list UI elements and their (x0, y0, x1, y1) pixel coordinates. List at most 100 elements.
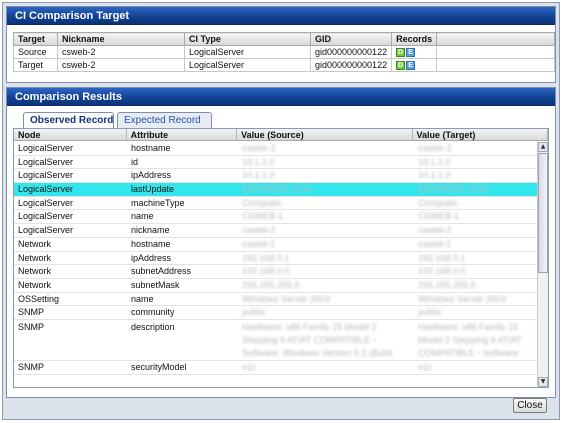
cell-value-source: 2010/08/18 13:44 (242, 184, 313, 195)
cell-value-target: csweb-1 (418, 238, 452, 249)
cell-node: LogicalServer (18, 143, 74, 153)
cell-value-target: 2010/08/18 13:20 (418, 184, 489, 195)
cell-value-target: Hardware: x86 Family 15 Model 2 Stepping… (418, 321, 522, 358)
scroll-up-icon[interactable]: ▲ (538, 142, 548, 152)
table-row[interactable]: LogicalServer name CSWEB-1 CSWEB-1 (14, 210, 539, 225)
cell-attribute: subnetMask (131, 279, 180, 290)
cell-attribute: subnetAddress (131, 266, 192, 277)
ci-comparison-target-title: CI Comparison Target (7, 7, 555, 25)
table-row[interactable]: OSSetting name Windows Server 2003 Windows … (14, 293, 539, 307)
tab-expected-record[interactable]: Expected Record (117, 112, 212, 129)
cell-node: SNMP (18, 361, 45, 372)
cell-value-source: 192.168.0.1 (242, 252, 290, 263)
cell-node: OSSetting (18, 293, 60, 304)
cell-value-source: csweb-1 (242, 238, 276, 249)
cell-node: LogicalServer (18, 225, 74, 236)
cell-value-target: v2c (418, 361, 433, 372)
scroll-thumb[interactable] (538, 153, 548, 273)
grid-body: LogicalServer hostname csweb-2 csweb-2 Logic… (14, 142, 539, 375)
table-row[interactable]: SNMP community public public (14, 306, 539, 320)
table-row[interactable]: Network subnetMask 255.255.255.0 255.255.25… (14, 279, 539, 293)
col-nickname: Nickname (57, 32, 185, 46)
table-row[interactable]: Network hostname csweb-1 csweb-1 (14, 238, 539, 252)
cell-value-target: Windows Server 2003 (418, 293, 507, 304)
vertical-scrollbar[interactable]: ▲ ▼ (537, 142, 548, 387)
cell-attribute: nickname (131, 225, 170, 236)
table-row[interactable]: LogicalServer ipAddress 10.1.1.0 10.1.1.0 (14, 169, 539, 184)
cell-value-source: 10.1.1.0 (242, 156, 275, 167)
col-node[interactable]: Node (14, 129, 127, 140)
cell-value-source: csweb-2 (242, 143, 276, 153)
cell-gid: gid000000000122 (309, 58, 393, 72)
table-row[interactable]: Network ipAddress 192.168.0.1 192.168.0.1 (14, 252, 539, 266)
cell-node: LogicalServer (18, 184, 74, 195)
cell-attribute: community (131, 307, 175, 318)
cell-attribute: description (131, 321, 175, 332)
cell-attribute: lastUpdate (131, 184, 175, 195)
table-row[interactable]: LogicalServer hostname csweb-2 csweb-2 (14, 142, 539, 156)
results-grid: Node Attribute Value (Source) Value (Tar… (13, 128, 549, 388)
cell-value-target: csweb-2 (418, 143, 452, 153)
cell-value-source: Hardware: x86 Family 15 Model 2 Stepping… (242, 321, 393, 358)
cell-empty (436, 45, 555, 59)
comparison-results-title: Comparison Results (7, 88, 555, 106)
ci-comparison-target-panel: CI Comparison Target Target Nickname CI … (6, 6, 556, 83)
cell-value-target: 255.255.255.0 (418, 279, 476, 290)
cell-nickname: csweb-2 (57, 45, 185, 59)
table-row[interactable]: SNMP securityModel v2c v2c (14, 361, 539, 375)
table-row[interactable]: LogicalServer id 10.1.1.0 10.1.1.0 (14, 156, 539, 170)
table-row[interactable]: LogicalServer machineType Computer Computer (14, 197, 539, 211)
cell-value-target: Computer (418, 197, 458, 208)
cell-value-source: 192.168.0.0 (242, 266, 290, 277)
tab-observed-record[interactable]: Observed Record (23, 112, 114, 129)
cell-attribute: ipAddress (131, 170, 172, 181)
col-value-source[interactable]: Value (Source) (237, 129, 413, 140)
cell-node: Network (18, 238, 52, 249)
table-row[interactable]: SNMP description Hardware: x86 Family 15 M… (14, 320, 539, 361)
cell-attribute: ipAddress (131, 252, 172, 263)
cell-value-target: csweb-2 (418, 225, 452, 236)
cell-ci-type: LogicalServer (184, 58, 311, 72)
col-ci-type: CI Type (184, 32, 311, 46)
target-row-target[interactable]: Target csweb-2 LogicalServer gid00000000… (13, 58, 555, 72)
cell-attribute: machineType (131, 197, 185, 208)
cell-value-target: 192.168.0.0 (418, 266, 466, 277)
observed-record-icon[interactable]: D (396, 61, 406, 71)
cell-node: LogicalServer (18, 156, 74, 167)
cell-nickname: csweb-2 (57, 58, 185, 72)
cell-node: LogicalServer (18, 197, 74, 208)
expected-record-icon[interactable]: E (406, 61, 416, 71)
cell-value-target: CSWEB-1 (418, 211, 460, 222)
expected-record-icon[interactable]: E (406, 48, 416, 58)
cell-ci-type: LogicalServer (184, 45, 311, 59)
cell-attribute: id (131, 156, 139, 167)
cell-value-source: 10.1.1.0 (242, 170, 275, 181)
cell-value-source: csweb-2 (242, 225, 276, 236)
cell-node: Network (18, 252, 52, 263)
cell-value-source: public (242, 307, 266, 318)
cell-attribute: name (131, 211, 154, 222)
cell-attribute: name (131, 293, 154, 304)
cell-attribute: hostname (131, 143, 171, 153)
table-row[interactable]: Network subnetAddress 192.168.0.0 192.168.0… (14, 265, 539, 279)
cell-target: Source (13, 45, 58, 59)
cell-node: LogicalServer (18, 211, 74, 222)
cell-value-target: 10.1.1.0 (418, 156, 451, 167)
target-row-source[interactable]: Source csweb-2 LogicalServer gid00000000… (13, 45, 555, 59)
cell-node: Network (18, 266, 52, 277)
col-value-target[interactable]: Value (Target) (413, 129, 548, 140)
cell-records: DE (391, 45, 438, 59)
cell-value-target: 10.1.1.0 (418, 170, 451, 181)
scroll-down-icon[interactable]: ▼ (538, 377, 548, 387)
cell-node: LogicalServer (18, 170, 74, 181)
table-row[interactable]: LogicalServer nickname csweb-2 csweb-2 (14, 224, 539, 238)
observed-record-icon[interactable]: D (396, 48, 406, 58)
col-attribute[interactable]: Attribute (127, 129, 238, 140)
close-button[interactable]: Close (513, 398, 547, 413)
cell-node: Network (18, 279, 52, 290)
table-row[interactable]: LogicalServer lastUpdate 2010/08/18 13:44 2… (14, 183, 539, 197)
cell-value-target: 192.168.0.1 (418, 252, 466, 263)
cell-node: SNMP (18, 321, 45, 332)
cell-attribute: hostname (131, 238, 171, 249)
cell-value-source: Windows Server 2003 (242, 293, 331, 304)
